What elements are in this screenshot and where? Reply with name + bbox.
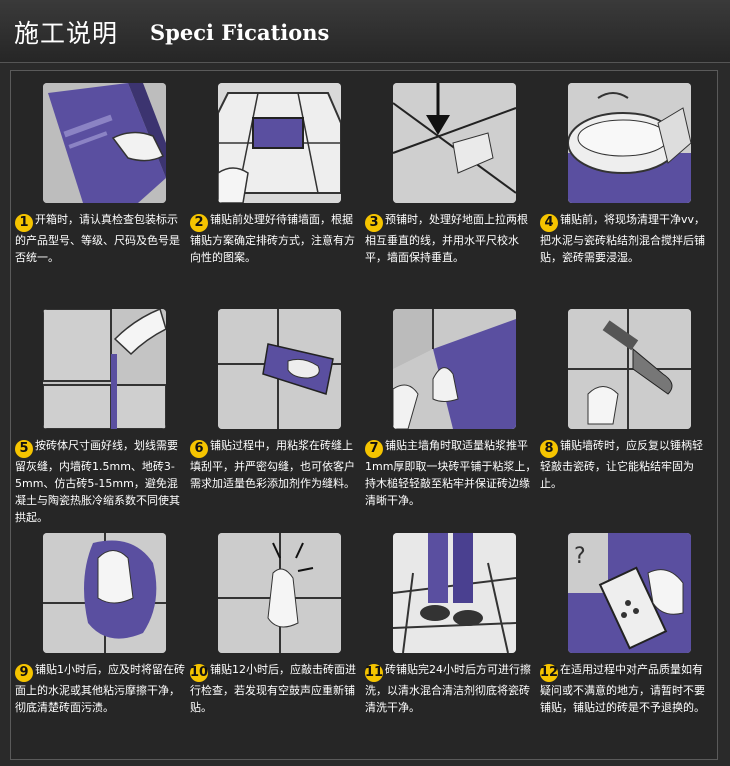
corner-tile-icon xyxy=(393,309,516,429)
step-number-badge: 3 xyxy=(365,214,383,232)
step-card-7: 7 铺贴主墙角时取适量粘浆推平1mm厚即取一块砖平铺于粘浆上，持木槌轻轻敲至粘牢并… xyxy=(363,297,538,527)
page-subtitle: Speci Fications xyxy=(150,20,330,45)
step-text: 12 在适用过程中对产品质量如有疑问或不满意的地方，请暂时不要铺贴，铺贴过的砖是不… xyxy=(540,663,705,714)
open-box-icon xyxy=(43,83,166,203)
step-text: 6 铺贴过程中，用粘浆在砖缝上填刮平，并严密勾缝，也可依客户需求加适量色彩添加剂作… xyxy=(190,439,355,490)
wash-floor-icon xyxy=(393,533,516,653)
step-card-1: 1 开箱时，请认真检查包装标示的产品型号、等级、尺码及色号是否统一。 xyxy=(13,71,188,301)
step-text: 9 铺贴1小时后，应及时将留在砖面上的水泥或其他粘污摩擦干净，彻底清楚砖面污渍。 xyxy=(15,663,185,714)
step-card-5: 5 按砖体尺寸画好线，划线需要留灰缝，内墙砖1.5mm、地砖3-5mm、仿古砖5-… xyxy=(13,297,188,527)
step-number-badge: 2 xyxy=(190,214,208,232)
step-text: 11 砖铺贴完24小时后方可进行擦洗，以清水混合清洁剂彻底将瓷砖清洗干净。 xyxy=(365,663,531,714)
svg-text:?: ? xyxy=(574,544,586,569)
hammer-icon xyxy=(568,309,691,429)
wall-pattern-icon xyxy=(218,83,341,203)
step-card-3: 3 预铺时，处理好地面上拉两根相互垂直的线，并用水平尺校水平，墙面保持垂直。 xyxy=(363,71,538,301)
wipe-cloth-icon xyxy=(43,533,166,653)
step-card-6: 6 铺贴过程中，用粘浆在砖缝上填刮平，并严密勾缝，也可依客户需求加适量色彩添加剂作… xyxy=(188,297,363,527)
step-card-4: 4 铺贴前，将现场清理干净vv，把水泥与瓷砖粘结剂混合搅拌后铺贴，瓷砖需要浸湿。 xyxy=(538,71,713,301)
step-card-12: ? 12 在适用过程中对产品质量如有疑问或不满意的地方，请暂时不要铺贴，铺贴过的砖… xyxy=(538,521,713,751)
step-number-badge: 7 xyxy=(365,440,383,458)
step-text: 2 铺贴前处理好待铺墙面，根据铺贴方案确定排砖方式，注意有方向性的图案。 xyxy=(190,213,355,264)
step-text: 1 开箱时，请认真检查包装标示的产品型号、等级、尺码及色号是否统一。 xyxy=(15,213,180,264)
question-phone-icon: ? xyxy=(568,533,691,653)
step-number-badge: 5 xyxy=(15,440,33,458)
step-text: 5 按砖体尺寸画好线，划线需要留灰缝，内墙砖1.5mm、地砖3-5mm、仿古砖5-… xyxy=(15,439,180,524)
step-number-badge: 8 xyxy=(540,440,558,458)
step-number-badge: 1 xyxy=(15,214,33,232)
step-text: 8 铺贴墙砖时，应反复以锤柄轻轻敲击瓷砖，让它能粘结牢固为止。 xyxy=(540,439,703,490)
page-header: 施工说明 Speci Fications xyxy=(0,0,730,63)
step-card-8: 8 铺贴墙砖时，应反复以锤柄轻轻敲击瓷砖，让它能粘结牢固为止。 xyxy=(538,297,713,527)
step-text: 7 铺贴主墙角时取适量粘浆推平1mm厚即取一块砖平铺于粘浆上，持木槌轻轻敲至粘牢并… xyxy=(365,439,537,507)
step-number-badge: 11 xyxy=(365,664,384,682)
step-number-badge: 4 xyxy=(540,214,558,232)
step-number-badge: 9 xyxy=(15,664,33,682)
step-card-2: 2 铺贴前处理好待铺墙面，根据铺贴方案确定排砖方式，注意有方向性的图案。 xyxy=(188,71,363,301)
trowel-icon xyxy=(218,309,341,429)
steps-panel: 1 开箱时，请认真检查包装标示的产品型号、等级、尺码及色号是否统一。 2 铺贴前处理… xyxy=(10,70,718,760)
step-card-11: 11 砖铺贴完24小时后方可进行擦洗，以清水混合清洁剂彻底将瓷砖清洗干净。 xyxy=(363,521,538,751)
grout-gap-icon xyxy=(43,309,166,429)
step-number-badge: 10 xyxy=(190,664,209,682)
step-text: 4 铺贴前，将现场清理干净vv，把水泥与瓷砖粘结剂混合搅拌后铺贴，瓷砖需要浸湿。 xyxy=(540,213,706,264)
step-text: 10 铺贴12小时后，应敲击砖面进行检查，若发现有空鼓声应重新铺贴。 xyxy=(190,663,356,714)
mix-cement-icon xyxy=(568,83,691,203)
step-text: 3 预铺时，处理好地面上拉两根相互垂直的线，并用水平尺校水平，墙面保持垂直。 xyxy=(365,213,528,264)
step-card-9: 9 铺贴1小时后，应及时将留在砖面上的水泥或其他粘污摩擦干净，彻底清楚砖面污渍。 xyxy=(13,521,188,751)
knock-check-icon xyxy=(218,533,341,653)
page-title: 施工说明 xyxy=(14,19,119,48)
step-card-10: 10 铺贴12小时后，应敲击砖面进行检查，若发现有空鼓声应重新铺贴。 xyxy=(188,521,363,751)
level-line-icon xyxy=(393,83,516,203)
step-number-badge: 12 xyxy=(540,664,559,682)
step-number-badge: 6 xyxy=(190,440,208,458)
